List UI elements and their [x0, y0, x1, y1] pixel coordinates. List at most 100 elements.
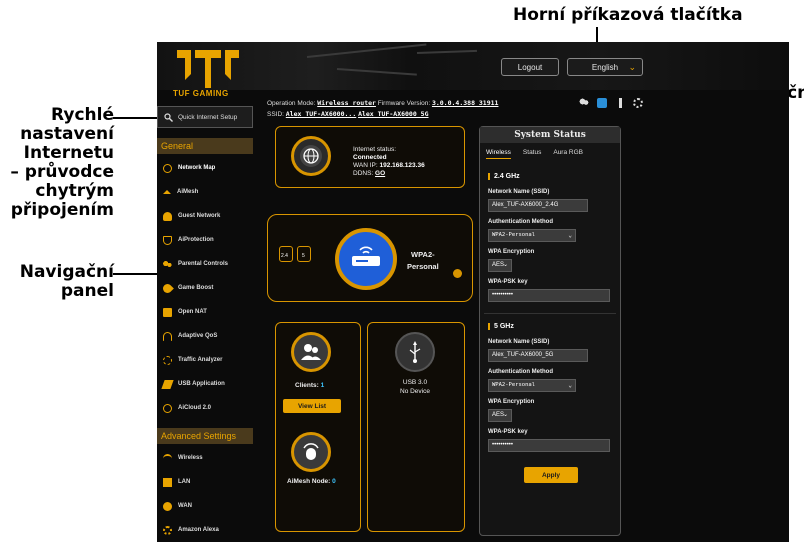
tab-wireless[interactable]: Wireless [486, 149, 511, 159]
auth-5-select[interactable]: WPA2-Personal ⌄ [488, 379, 576, 392]
security-line2: Personal [407, 262, 439, 271]
wan-icon [163, 501, 172, 511]
sidebar-item-guest-network[interactable]: Guest Network [157, 204, 253, 228]
band-5-heading: 5 GHz [488, 323, 514, 330]
globe-icon[interactable] [291, 136, 331, 176]
sidebar-item-traffic-analyzer[interactable]: Traffic Analyzer [157, 348, 253, 372]
sidebar-item-wan[interactable]: WAN [157, 494, 253, 518]
key-5-label: WPA-PSK key [488, 429, 528, 435]
wifi-icon [163, 453, 172, 463]
sidebar-item-label: Wireless [178, 455, 203, 461]
sidebar-item-parental-controls[interactable]: Parental Controls [157, 252, 253, 276]
router-icon[interactable] [335, 228, 397, 290]
system-status-panel: System Status Wireless Status Aura RGB 2… [479, 126, 621, 536]
fw-label: Firmware Version: [377, 100, 431, 107]
internet-status: Internet status: Connected WAN IP: 192.1… [353, 146, 425, 178]
tab-aura-rgb[interactable]: Aura RGB [553, 149, 583, 159]
firmware-link[interactable]: 3.0.0.4.388_31911 [432, 99, 499, 107]
guest-icon [163, 211, 172, 221]
sidebar-item-aimesh[interactable]: AiMesh [157, 180, 253, 204]
ddns-link[interactable]: GO [375, 170, 385, 177]
gear-icon[interactable] [633, 98, 643, 108]
callout-qis: Rychlé nastavení Internetu – průvodce ch… [0, 106, 114, 220]
callout-top-buttons: Horní příkazová tlačítka [513, 5, 743, 25]
clients-icon[interactable] [291, 332, 331, 372]
op-mode-label: Operation Mode: [267, 100, 316, 107]
band-24-label: 2.4 [281, 253, 288, 259]
sidebar-item-aiprotection[interactable]: AiProtection [157, 228, 253, 252]
sidebar-item-label: Amazon Alexa [178, 527, 219, 533]
tab-status[interactable]: Status [523, 149, 541, 159]
header-decor [416, 49, 477, 54]
sidebar-item-label: LAN [178, 479, 191, 485]
key-24-field[interactable]: •••••••••• [488, 289, 610, 302]
alexa-icon [163, 525, 172, 535]
search-icon [164, 112, 173, 122]
key-5-field[interactable]: •••••••••• [488, 439, 610, 452]
analyzer-icon [163, 355, 172, 365]
op-mode-link[interactable]: Wireless router [317, 99, 376, 107]
ssid-24-field[interactable]: Alex_TUF-AX6000_2.4G [488, 199, 588, 212]
clients-number: 1 [320, 382, 325, 389]
callout-qis-line6: připojením [10, 200, 114, 220]
apply-button[interactable]: Apply [524, 467, 578, 483]
ssid-label: SSID: [267, 111, 284, 118]
wan-ip-label: WAN IP: [353, 162, 378, 169]
callout-nav: Navigační panel [0, 263, 114, 301]
sidebar-item-usb-application[interactable]: USB Application [157, 372, 253, 396]
cloud-icon [163, 403, 172, 413]
aimesh-label: AiMesh Node: [287, 478, 331, 485]
quick-internet-setup-button[interactable]: Quick Internet Setup [157, 106, 253, 128]
nat-icon [163, 307, 172, 317]
usb-label: USB 3.0 [402, 379, 428, 386]
general-section-header: General [157, 138, 253, 154]
brand-text: TUF GAMING [173, 89, 229, 98]
auth-24-select[interactable]: WPA2-Personal ⌄ [488, 229, 576, 242]
header-decor [336, 68, 417, 76]
sidebar-item-lan[interactable]: LAN [157, 470, 253, 494]
sidebar-item-label: Guest Network [178, 213, 221, 219]
qis-label: Quick Internet Setup [178, 113, 238, 121]
sidebar-item-label: Parental Controls [178, 261, 229, 267]
ddns: DDNS: GO [353, 170, 425, 178]
ssid-link-2[interactable]: Alex_TUF-AX6000_5G [358, 110, 428, 118]
chevron-down-icon: ⌄ [568, 232, 572, 239]
ssid-link-1[interactable]: Alex_TUF-AX6000... [286, 110, 356, 118]
sidebar-item-label: Open NAT [178, 309, 207, 315]
usb-device-icon[interactable] [395, 332, 435, 372]
aimesh-node-icon[interactable] [291, 432, 331, 472]
enc-5-select[interactable]: AES ⌄ [488, 409, 512, 422]
clients-count: Clients: 1 [295, 382, 324, 389]
enc-24-select[interactable]: AES ⌄ [488, 259, 512, 272]
network-icon[interactable] [597, 98, 607, 108]
band-5-icon[interactable]: 5 [297, 246, 311, 262]
sidebar-item-label: Game Boost [178, 285, 214, 291]
sidebar-item-network-map[interactable]: Network Map [157, 156, 253, 180]
sidebar-item-game-boost[interactable]: Game Boost [157, 276, 253, 300]
sidebar-item-label: Adaptive QoS [178, 333, 218, 339]
gauge-icon [163, 331, 172, 341]
users-icon[interactable] [579, 98, 589, 108]
view-list-button[interactable]: View List [283, 399, 341, 413]
sidebar-item-amazon-alexa[interactable]: Amazon Alexa [157, 518, 253, 542]
sidebar-item-adaptive-qos[interactable]: Adaptive QoS [157, 324, 253, 348]
usb-status-icon[interactable] [615, 98, 625, 108]
ssid-5-field[interactable]: Alex_TUF-AX6000_5G [488, 349, 588, 362]
sidebar-item-open-nat[interactable]: Open NAT [157, 300, 253, 324]
sidebar-item-aicloud[interactable]: AiCloud 2.0 [157, 396, 253, 420]
sidebar-item-label: AiCloud 2.0 [178, 405, 212, 411]
band-24-icon[interactable]: 2.4 [279, 246, 293, 262]
lan-icon [163, 477, 172, 487]
wan-ip-value: 192.168.123.36 [379, 162, 425, 169]
language-select[interactable]: English ⌄ [567, 58, 643, 76]
sidebar-item-label: Network Map [178, 165, 216, 171]
info-line-1: Operation Mode: Wireless router Firmware… [267, 98, 498, 109]
usb-status: No Device [400, 388, 430, 395]
info-panel: Operation Mode: Wireless router Firmware… [267, 98, 498, 120]
leader-nav [113, 273, 159, 275]
callout-qis-line1: Rychlé [51, 105, 114, 125]
security-mode: WPA2- Personal [407, 249, 439, 273]
sidebar-item-wireless[interactable]: Wireless [157, 446, 253, 470]
logout-button[interactable]: Logout [501, 58, 559, 76]
mesh-icon [163, 190, 171, 194]
